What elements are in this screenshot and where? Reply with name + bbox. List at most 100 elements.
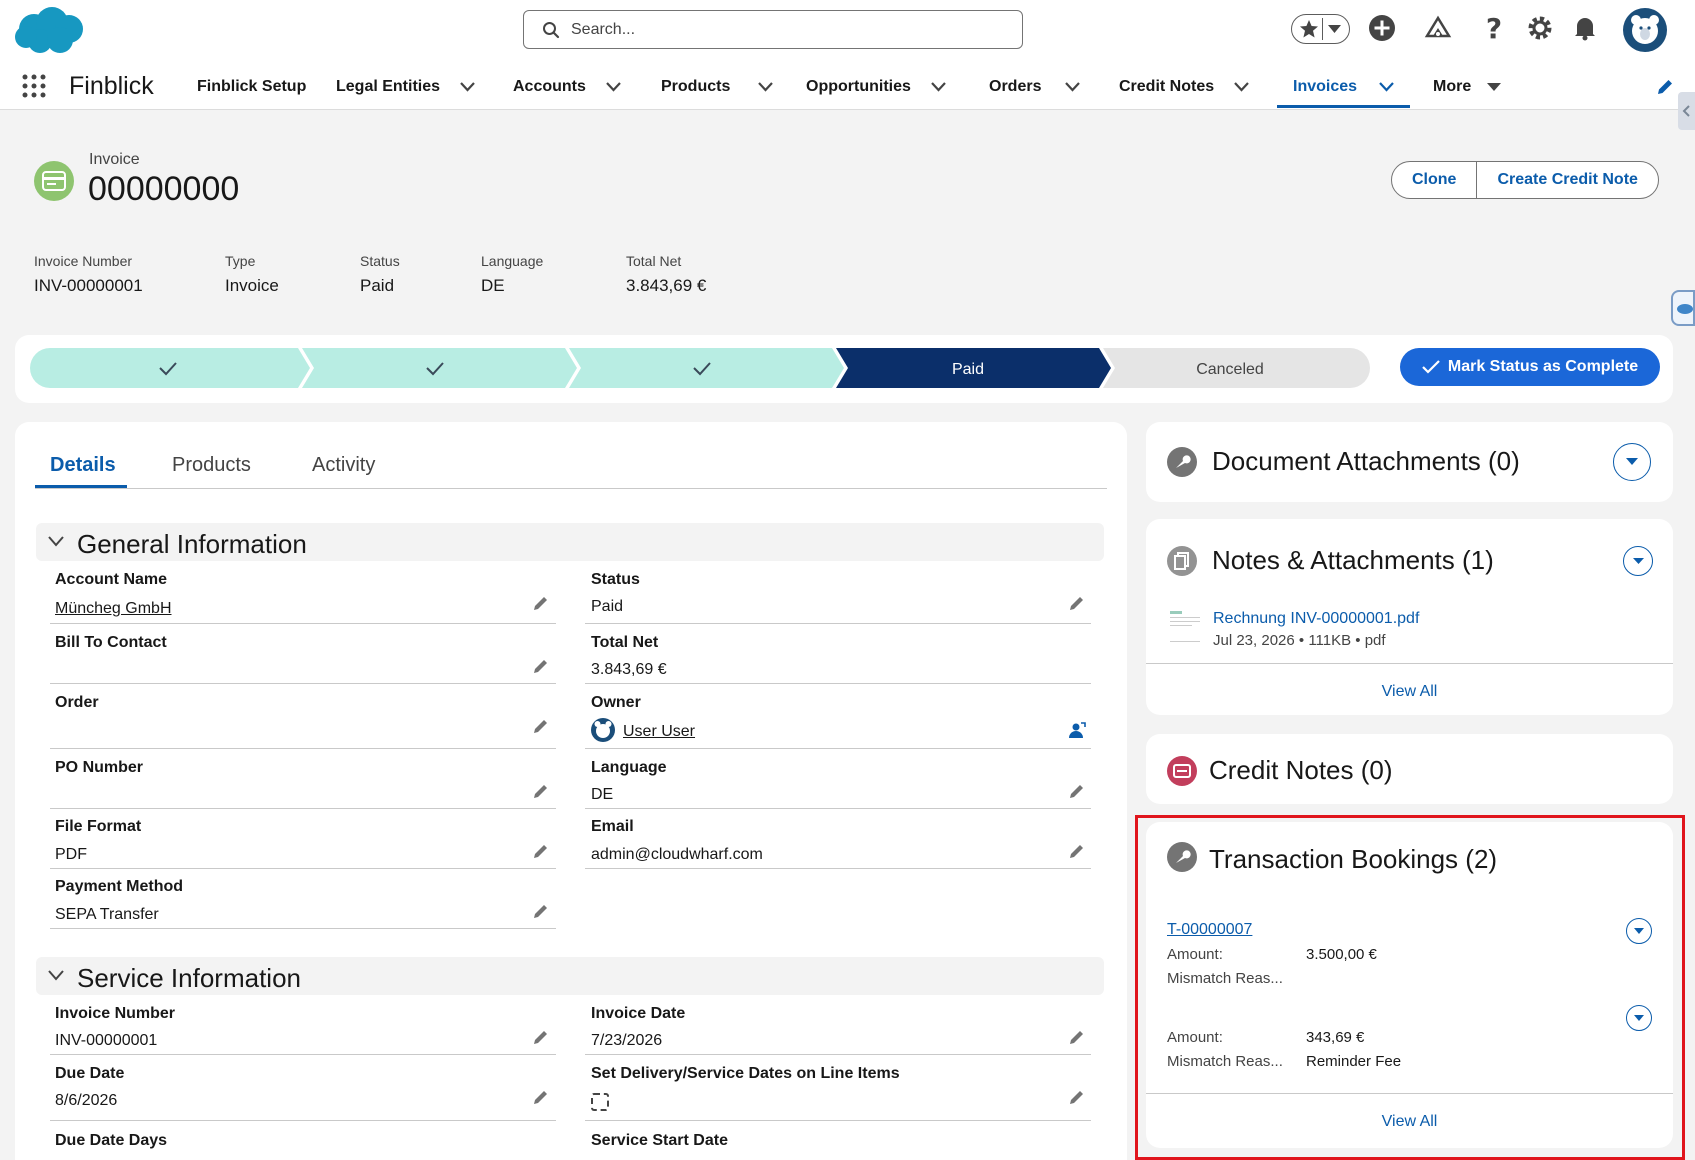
chevron-down-icon[interactable]	[606, 82, 621, 92]
field-label: Invoice Number	[55, 1005, 176, 1022]
search-icon	[543, 22, 560, 39]
field-label: Language	[591, 759, 667, 776]
chevron-down-icon[interactable]	[460, 82, 475, 92]
account-name-link[interactable]: Müncheg GmbH	[55, 600, 172, 618]
favorites-button[interactable]	[1291, 14, 1350, 44]
edit-pencil-icon[interactable]	[533, 783, 549, 799]
field-label: Order	[55, 694, 99, 711]
help-button[interactable]: ?	[1479, 12, 1509, 45]
edit-pencil-icon[interactable]	[533, 595, 549, 611]
nav-legal-entities[interactable]: Legal Entities	[336, 78, 475, 96]
path-stage-2[interactable]	[302, 348, 577, 388]
section-service-information[interactable]: Service Information	[36, 957, 1104, 995]
cloud-utility-button[interactable]	[1671, 290, 1695, 326]
card-title[interactable]: Credit Notes (0)	[1209, 755, 1393, 786]
setup-button[interactable]	[1525, 13, 1555, 43]
caret-down-icon[interactable]	[1328, 25, 1341, 34]
record-object-label: Invoice	[89, 151, 140, 168]
nav-label: Legal Entities	[336, 78, 441, 95]
field-label: Service Start Date	[591, 1132, 728, 1149]
create-credit-note-button[interactable]: Create Credit Note	[1476, 162, 1657, 198]
field-label: PO Number	[55, 759, 144, 776]
nav-more[interactable]: More	[1433, 78, 1502, 96]
edit-pencil-icon[interactable]	[533, 658, 549, 674]
edit-pencil-icon[interactable]	[1069, 1089, 1085, 1105]
set-delivery-checkbox[interactable]	[591, 1093, 609, 1111]
tab-activity[interactable]: Activity	[312, 454, 375, 477]
salesforce-logo[interactable]	[12, 4, 88, 56]
tab-products[interactable]: Products	[172, 454, 251, 477]
chevron-down-icon[interactable]	[1379, 82, 1394, 92]
app-launcher-icon[interactable]	[22, 74, 46, 98]
card-actions-dropdown[interactable]	[1613, 443, 1651, 481]
edit-pencil-icon[interactable]	[533, 1089, 549, 1105]
notes-attachments-card: Notes & Attachments (1) Rechnung INV-000…	[1146, 519, 1673, 715]
edit-pencil-icon[interactable]	[533, 718, 549, 734]
mark-status-label: Mark Status as Complete	[1447, 358, 1639, 375]
edit-pencil-icon[interactable]	[1069, 783, 1085, 799]
nav-invoices[interactable]: Invoices	[1293, 78, 1394, 96]
global-header: Search... ? Finblick Finblick Setup Lega…	[0, 0, 1695, 110]
card-title[interactable]: Document Attachments (0)	[1212, 446, 1520, 477]
field-label: Due Date	[55, 1065, 125, 1082]
mark-status-complete-button[interactable]: Mark Status as Complete	[1400, 348, 1660, 386]
edit-pencil-icon[interactable]	[533, 843, 549, 859]
path-stage-3[interactable]	[569, 348, 844, 388]
trailhead-button[interactable]	[1423, 13, 1453, 43]
edit-pencil-icon[interactable]	[533, 903, 549, 919]
pdf-thumbnail-icon	[1168, 607, 1202, 647]
section-general-information[interactable]: General Information	[36, 523, 1104, 561]
field-label: Set Delivery/Service Dates on Line Items	[591, 1065, 900, 1082]
nav-credit-notes[interactable]: Credit Notes	[1119, 78, 1249, 96]
attachment-file-link[interactable]: Rechnung INV-00000001.pdf	[1213, 610, 1419, 628]
path-stage-canceled[interactable]: Canceled	[1103, 348, 1370, 388]
status-path: Paid Canceled	[30, 348, 1370, 388]
section-title: General Information	[77, 529, 307, 559]
highlight-label: Invoice Number	[34, 253, 133, 269]
star-icon	[1300, 20, 1318, 38]
nav-finblick-setup[interactable]: Finblick Setup	[197, 78, 306, 96]
chevron-down-icon[interactable]	[931, 82, 946, 92]
cloud-icon	[1677, 304, 1693, 314]
global-actions-button[interactable]	[1367, 13, 1397, 43]
nav-products[interactable]: Products	[661, 78, 774, 96]
tab-divider	[35, 488, 1107, 489]
bell-icon	[1575, 18, 1595, 41]
edit-pencil-icon[interactable]	[1069, 1029, 1085, 1045]
email-link[interactable]: admin@cloudwharf.com	[591, 846, 763, 864]
language-value: DE	[591, 786, 614, 803]
notifications-button[interactable]	[1570, 13, 1600, 43]
chevron-down-icon[interactable]	[1065, 82, 1081, 92]
chevron-down-icon[interactable]	[1234, 82, 1249, 92]
chevron-down-icon[interactable]	[758, 82, 774, 92]
attachment-file-meta: Jul 23, 2026 • 111KB • pdf	[1213, 632, 1386, 649]
nav-opportunities[interactable]: Opportunities	[806, 78, 946, 96]
edit-pencil-icon[interactable]	[1069, 843, 1085, 859]
path-stage-paid[interactable]: Paid	[836, 348, 1111, 388]
owner-link[interactable]: User User	[623, 723, 695, 741]
status-value: Paid	[591, 598, 624, 615]
notes-view-all-link[interactable]: View All	[1146, 683, 1673, 701]
path-stage-1[interactable]	[30, 348, 310, 388]
nav-label: Opportunities	[806, 78, 911, 95]
nav-orders[interactable]: Orders	[989, 78, 1081, 96]
tab-details[interactable]: Details	[50, 454, 116, 477]
card-title[interactable]: Notes & Attachments (1)	[1212, 545, 1494, 576]
nav-active-indicator	[1277, 105, 1410, 108]
edit-pencil-icon[interactable]	[1069, 595, 1085, 611]
user-avatar[interactable]	[1623, 8, 1667, 52]
section-title: Service Information	[77, 963, 301, 993]
edit-nav-pencil-icon[interactable]	[1656, 78, 1674, 96]
field-label: Status	[591, 571, 640, 588]
edit-pencil-icon[interactable]	[533, 1029, 549, 1045]
change-owner-icon[interactable]	[1068, 721, 1086, 739]
nav-accounts[interactable]: Accounts	[513, 78, 621, 96]
clone-button[interactable]: Clone	[1392, 162, 1476, 198]
side-panel-tab[interactable]	[1678, 92, 1695, 130]
caret-down-icon[interactable]	[1487, 82, 1502, 92]
due-date-value: 8/6/2026	[55, 1092, 118, 1109]
card-actions-dropdown[interactable]	[1623, 546, 1653, 576]
nav-label: Products	[661, 78, 731, 95]
field-label: Email	[591, 818, 634, 835]
global-search-input[interactable]: Search...	[523, 10, 1023, 49]
